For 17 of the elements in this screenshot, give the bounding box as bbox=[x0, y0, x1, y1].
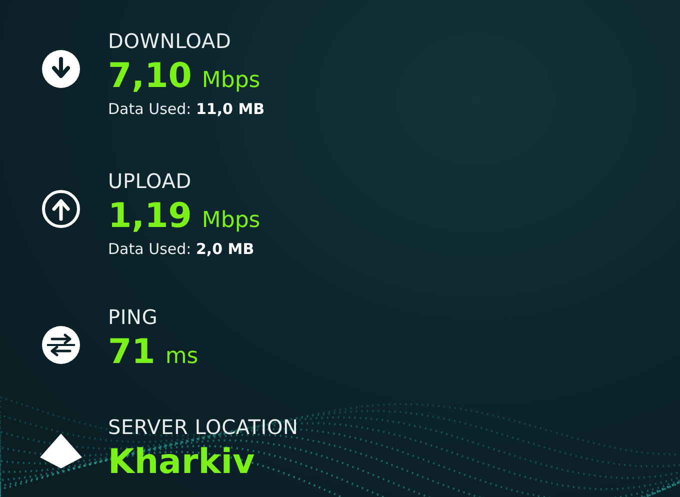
ping-icon bbox=[42, 326, 80, 364]
metric-label: SERVER LOCATION bbox=[108, 414, 298, 440]
metric-unit: ms bbox=[165, 344, 198, 369]
metric-value: Kharkiv bbox=[108, 442, 255, 482]
metric-label: DOWNLOAD bbox=[108, 28, 232, 54]
metric-unit: Mbps bbox=[202, 208, 260, 233]
metric-unit: Mbps bbox=[202, 68, 260, 93]
data-used-text: Data Used: 11,0 MB bbox=[108, 100, 265, 118]
metric-label: PING bbox=[108, 304, 159, 330]
download-icon bbox=[42, 50, 80, 88]
pyramid-icon bbox=[40, 432, 82, 470]
metric-value: 7,10 bbox=[108, 56, 192, 96]
metric-label: UPLOAD bbox=[108, 168, 192, 194]
metric-value: 71 bbox=[108, 332, 156, 372]
data-used-text: Data Used: 2,0 MB bbox=[108, 240, 256, 258]
metric-value: 1,19 bbox=[108, 196, 192, 236]
upload-icon bbox=[42, 190, 80, 228]
